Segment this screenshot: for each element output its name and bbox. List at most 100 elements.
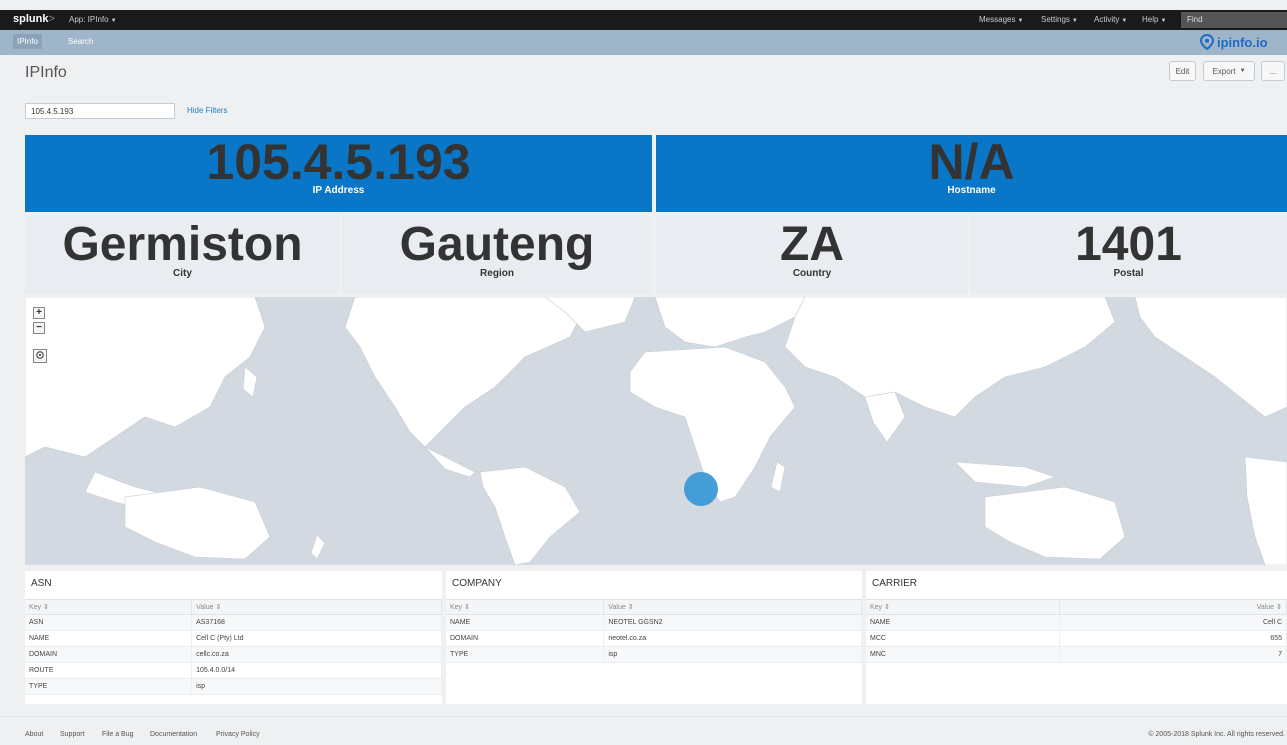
asn-panel: ASN Key ⇕ Value ⇕ ASN AS37168 NAME Cell C … — [25, 571, 442, 704]
more-actions-button[interactable]: ... — [1261, 61, 1285, 81]
hide-filters-link[interactable]: Hide Filters — [187, 106, 227, 115]
key-column-header-label: Key — [450, 603, 463, 611]
key-column-header-label: Key — [870, 603, 883, 611]
table-row: TYPE isp — [446, 646, 862, 663]
world-map[interactable]: + − — [25, 297, 1287, 565]
activity-menu[interactable]: Activity ▼ — [1094, 15, 1127, 24]
ip-address-panel: 105.4.5.193 IP Address — [25, 135, 652, 212]
value-column-header-label: Value — [608, 603, 626, 611]
region-value: Gauteng — [399, 218, 595, 271]
footer-link-file-a-bug[interactable]: File a Bug — [102, 731, 134, 738]
key-column-header-label: Key — [29, 603, 42, 611]
footer-link-documentation[interactable]: Documentation — [150, 731, 197, 738]
postal-value: 1401 — [1075, 218, 1182, 271]
sort-icon: ⇕ — [627, 603, 634, 611]
value-cell: 7 — [1059, 646, 1287, 663]
value-cell: NEOTEL GGSN2 — [603, 614, 862, 631]
footer-link-privacy-policy[interactable]: Privacy Policy — [216, 731, 260, 738]
value-cell: 655 — [1059, 630, 1287, 647]
crosshair-icon — [36, 351, 44, 359]
app-menu-label: App: IPInfo — [69, 15, 109, 24]
chevron-down-icon: ▼ — [1071, 18, 1078, 24]
sort-icon: ⇕ — [215, 603, 222, 611]
carrier-table: Key ⇕ Value ⇕ NAME Cell C MCC 655 MNC 7 — [866, 600, 1287, 663]
table-row: TYPE isp — [25, 678, 442, 695]
landmass-south-america — [479, 466, 581, 565]
landmass-south-america-east — [1244, 456, 1287, 565]
key-column-header[interactable]: Key ⇕ — [866, 600, 1060, 615]
settings-menu[interactable]: Settings ▼ — [1041, 15, 1078, 24]
table-row: MCC 655 — [866, 630, 1287, 647]
value-column-header-label: Value — [1256, 603, 1275, 611]
key-column-header[interactable]: Key ⇕ — [446, 600, 605, 615]
landmass-europe — [654, 297, 806, 348]
country-label: Country — [792, 268, 832, 279]
table-row: ASN AS37168 — [25, 614, 442, 631]
country-panel: ZA Country — [656, 215, 968, 294]
sort-icon: ⇕ — [884, 603, 890, 611]
location-marker[interactable] — [684, 472, 718, 506]
value-cell: neotel.co.za — [603, 630, 862, 647]
key-cell: NAME — [25, 630, 193, 647]
sort-icon: ⇕ — [1276, 603, 1282, 611]
splunk-logo[interactable]: splunk> — [13, 13, 55, 25]
value-cell: Cell C (Pty) Ltd — [191, 630, 442, 647]
company-table: Key ⇕ Value ⇕ NAME NEOTEL GGSN2 DOMAIN neo… — [446, 600, 862, 663]
landmass-australia — [124, 486, 271, 560]
help-menu-label: Help — [1142, 15, 1159, 24]
zoom-in-button[interactable]: + — [33, 307, 45, 319]
zoom-out-button[interactable]: − — [33, 322, 45, 334]
table-row: MNC 7 — [866, 646, 1287, 663]
value-column-header[interactable]: Value ⇕ — [191, 600, 442, 615]
messages-menu-label: Messages — [979, 15, 1016, 24]
landmass-north-america — [344, 297, 586, 448]
activity-menu-label: Activity — [1094, 15, 1120, 24]
footer-link-about[interactable]: About — [25, 731, 43, 738]
asn-panel-title: ASN — [25, 571, 442, 600]
find-input[interactable]: Find — [1181, 12, 1287, 28]
ip-address-input[interactable] — [25, 103, 175, 119]
table-row: NAME Cell C (Pty) Ltd — [25, 630, 442, 647]
table-row: DOMAIN neotel.co.za — [446, 630, 862, 647]
export-button-label: Export — [1212, 66, 1236, 76]
chevron-down-icon: ▼ — [1160, 18, 1167, 24]
locate-button[interactable] — [33, 349, 47, 363]
postal-panel: 1401 Postal — [970, 215, 1287, 294]
key-cell: NAME — [866, 614, 1060, 631]
value-cell: cellc.co.za — [191, 646, 442, 663]
value-cell: AS37168 — [191, 614, 442, 631]
help-menu[interactable]: Help ▼ — [1142, 15, 1166, 24]
key-column-header[interactable]: Key ⇕ — [25, 600, 193, 615]
world-map-canvas[interactable] — [25, 297, 1287, 565]
copyright-text: © 2005-2018 Splunk Inc. All rights reser… — [1148, 731, 1285, 738]
app-menu[interactable]: App: IPInfo ▼ — [69, 15, 117, 24]
value-column-header[interactable]: Value ⇕ — [1059, 600, 1287, 615]
value-cell: Cell C — [1059, 614, 1287, 631]
chevron-down-icon: ▼ — [1239, 68, 1246, 74]
export-button[interactable]: Export ▼ — [1203, 61, 1255, 81]
key-cell: MCC — [866, 630, 1060, 647]
footer-link-support[interactable]: Support — [60, 731, 85, 738]
table-header-row: Key ⇕ Value ⇕ — [25, 600, 442, 615]
chevron-down-icon: ▼ — [1121, 18, 1128, 24]
region-label: Region — [480, 268, 514, 279]
tab-search[interactable]: Search — [68, 37, 93, 46]
messages-menu[interactable]: Messages ▼ — [979, 15, 1023, 24]
splunk-logo-suffix: > — [48, 13, 55, 25]
value-cell: isp — [191, 678, 442, 695]
page-title: IPInfo — [25, 64, 67, 81]
key-cell: NAME — [446, 614, 605, 631]
value-column-header[interactable]: Value ⇕ — [603, 600, 862, 615]
city-value: Germiston — [62, 218, 303, 271]
ip-address-value: 105.4.5.193 — [206, 135, 471, 190]
value-cell: 105.4.0.0/14 — [191, 662, 442, 679]
footer: About Support File a Bug Documentation P… — [0, 716, 1287, 745]
key-cell: ASN — [25, 614, 193, 631]
landmass-north-america-east — [1134, 297, 1287, 418]
tab-ipinfo[interactable]: IPInfo — [13, 34, 42, 49]
landmass-india — [864, 391, 906, 443]
landmass-indonesia — [954, 461, 1056, 488]
company-panel: COMPANY Key ⇕ Value ⇕ NAME NEOTEL GGSN2 D… — [446, 571, 862, 704]
ipinfo-logo: ipinfo.io — [1200, 31, 1268, 53]
edit-button[interactable]: Edit — [1169, 61, 1196, 81]
